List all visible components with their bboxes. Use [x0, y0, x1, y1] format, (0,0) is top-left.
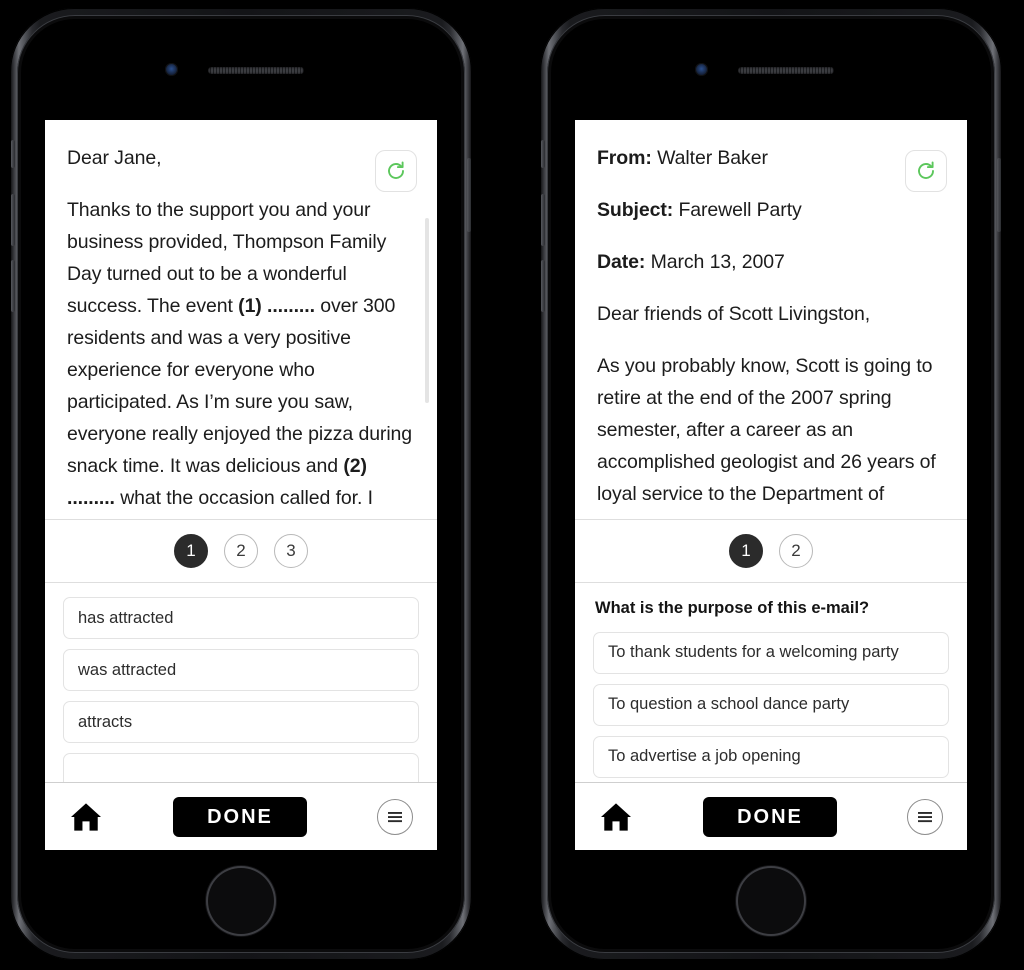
- front-camera-icon: [165, 63, 178, 76]
- power-button[interactable]: [997, 158, 1001, 232]
- answer-option[interactable]: To question a school dance party: [593, 683, 949, 726]
- date-label: Date:: [597, 251, 646, 273]
- volume-up-button[interactable]: [11, 194, 15, 246]
- pager-dot-1[interactable]: 1: [174, 534, 208, 569]
- hamburger-menu-icon: [387, 811, 402, 822]
- home-button-hardware[interactable]: [738, 868, 804, 934]
- home-icon[interactable]: [599, 802, 633, 832]
- refresh-icon: [388, 161, 404, 179]
- answer-option[interactable]: has attracted: [63, 597, 419, 640]
- email-salutation: Dear friends of Scott Livingston,: [597, 303, 871, 325]
- passage-greeting: Dear Jane,: [67, 147, 162, 169]
- answer-option[interactable]: was attracted: [63, 649, 419, 692]
- earpiece-speaker: [208, 67, 304, 74]
- question-pager-right: 1 2: [575, 518, 967, 583]
- email-date-line: Date: March 13, 2007: [597, 246, 945, 278]
- subject-label: Subject:: [597, 199, 674, 221]
- passage-text: Dear Jane, Thanks to the support you and…: [67, 142, 415, 519]
- date-value: March 13, 2007: [645, 251, 785, 273]
- answer-options-left: has attracted was attracted attracts: [45, 583, 437, 782]
- blank-marker-1: (1) .........: [238, 295, 315, 317]
- question-pager-left: 1 2 3: [45, 519, 437, 584]
- answer-option[interactable]: attracts: [63, 701, 419, 744]
- bottom-toolbar-left: DONE: [45, 782, 437, 850]
- email-from-line: From: Walter Baker: [597, 142, 945, 174]
- menu-button[interactable]: [376, 798, 413, 835]
- earpiece-speaker: [738, 67, 834, 74]
- app-screen-right: From: Walter Baker Subject: Farewell Par…: [575, 120, 967, 850]
- done-button[interactable]: DONE: [173, 796, 307, 837]
- email-subject-line: Subject: Farewell Party: [597, 194, 945, 226]
- silent-switch-button[interactable]: [541, 140, 545, 168]
- email-body: As you probably know, Scott is going to …: [597, 355, 936, 505]
- from-label: From:: [597, 147, 652, 169]
- pager-dot-3[interactable]: 3: [274, 534, 308, 569]
- done-button[interactable]: DONE: [703, 796, 837, 837]
- volume-down-button[interactable]: [541, 260, 545, 312]
- phone-device-left: Dear Jane, Thanks to the support you and…: [10, 8, 472, 960]
- answer-option[interactable]: To advertise a job opening: [593, 735, 949, 778]
- answer-options-right: What is the purpose of this e-mail? To t…: [575, 582, 967, 782]
- passage-panel: From: Walter Baker Subject: Farewell Par…: [575, 120, 967, 519]
- from-value: Walter Baker: [651, 147, 768, 169]
- passage-text: From: Walter Baker Subject: Farewell Par…: [597, 142, 945, 510]
- volume-up-button[interactable]: [541, 194, 545, 246]
- answer-option[interactable]: To thank students for a welcoming party: [593, 631, 949, 674]
- silent-switch-button[interactable]: [11, 140, 15, 168]
- phone-device-right: From: Walter Baker Subject: Farewell Par…: [540, 8, 1002, 960]
- passage-body: Thanks to the support you and your busin…: [67, 194, 415, 519]
- volume-down-button[interactable]: [11, 260, 15, 312]
- front-camera-icon: [695, 63, 708, 76]
- refresh-icon: [918, 161, 934, 179]
- refresh-button[interactable]: [375, 150, 417, 192]
- pager-dot-2[interactable]: 2: [224, 534, 258, 569]
- home-icon[interactable]: [69, 802, 103, 832]
- refresh-button[interactable]: [905, 150, 947, 192]
- passage-segment-2: over 300 residents and was a very positi…: [67, 295, 413, 477]
- subject-value: Farewell Party: [673, 199, 802, 221]
- answer-option[interactable]: [63, 753, 419, 782]
- menu-button[interactable]: [906, 798, 943, 835]
- passage-panel: Dear Jane, Thanks to the support you and…: [45, 120, 437, 519]
- passage-scrollbar[interactable]: [425, 218, 429, 403]
- power-button[interactable]: [467, 158, 471, 232]
- bottom-toolbar-right: DONE: [575, 782, 967, 850]
- app-screen-left: Dear Jane, Thanks to the support you and…: [45, 120, 437, 850]
- screenshot-stage: Dear Jane, Thanks to the support you and…: [0, 0, 1024, 970]
- home-button-hardware[interactable]: [208, 868, 274, 934]
- question-text: What is the purpose of this e-mail?: [595, 598, 870, 617]
- hamburger-menu-icon: [917, 811, 932, 822]
- pager-dot-2[interactable]: 2: [779, 533, 813, 568]
- pager-dot-1[interactable]: 1: [729, 533, 763, 568]
